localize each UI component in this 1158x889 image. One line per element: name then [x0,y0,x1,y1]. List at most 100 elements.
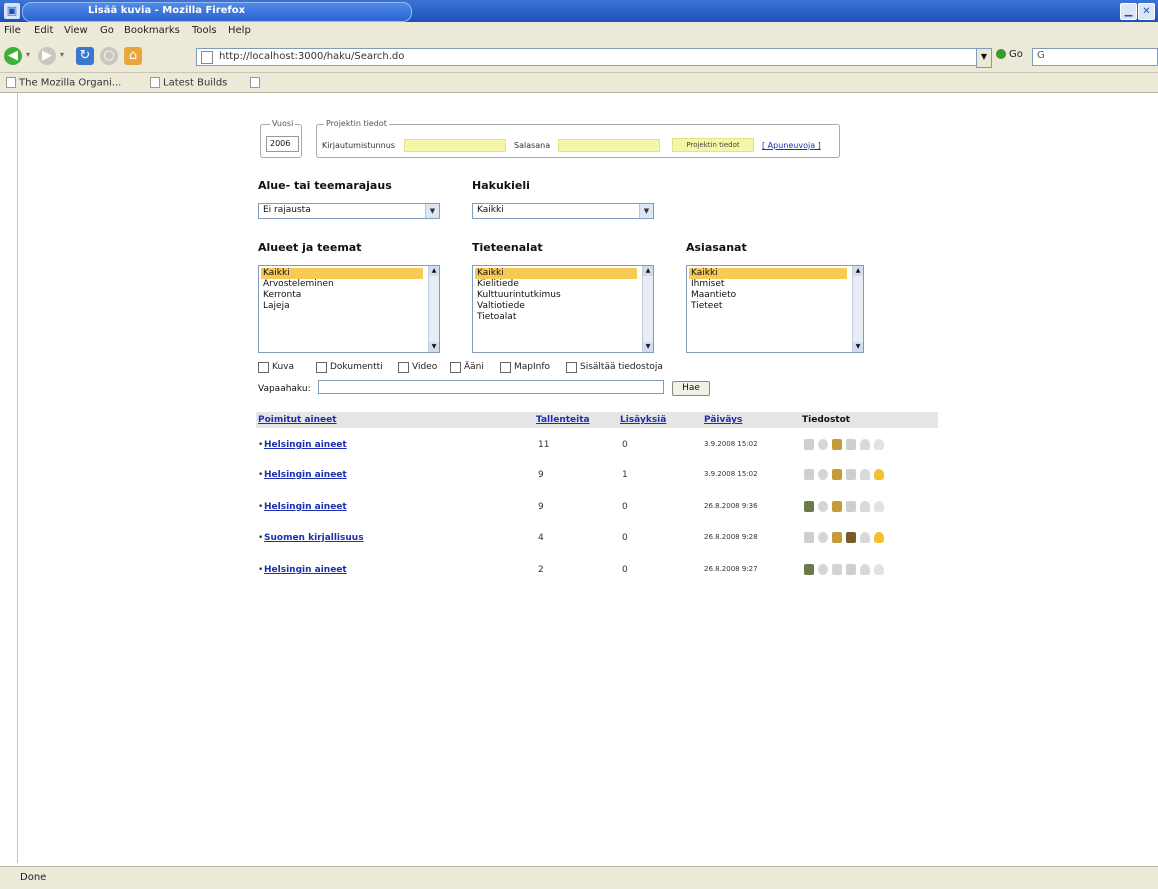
map-icon[interactable] [804,439,814,450]
aani-checkbox[interactable] [450,362,461,373]
video-icon[interactable] [846,564,856,575]
menu-help[interactable]: Help [228,25,251,36]
go-button[interactable]: Go [996,49,1023,60]
list-option[interactable]: Valtiotiede [475,301,525,312]
col-poimitut[interactable]: Poimitut aineet [258,415,337,425]
audio-icon[interactable] [860,469,870,480]
document-icon[interactable] [832,469,842,480]
menu-view[interactable]: View [64,25,88,36]
lightbulb-icon[interactable] [874,532,884,543]
menu-go[interactable]: Go [100,25,114,36]
lightbulb-icon[interactable] [874,501,884,512]
forward-dropdown-icon[interactable]: ▾ [60,50,64,59]
row-name[interactable]: Helsingin aineet [264,565,347,575]
tiedostoja-checkbox[interactable] [566,362,577,373]
home-icon[interactable]: ⌂ [124,47,142,65]
asiasanat-listbox[interactable]: Kaikki Ihmiset Maantieto Tieteet ▲ ▼ [686,265,864,353]
bookmark-empty[interactable] [250,77,263,89]
mapinfo-checkbox[interactable] [500,362,511,373]
bookmark-latest-builds[interactable]: Latest Builds [150,77,227,89]
list-option[interactable]: Kerronta [261,290,301,301]
scroll-down-icon[interactable]: ▼ [853,342,863,352]
scroll-down-icon[interactable]: ▼ [643,342,653,352]
audio-icon[interactable] [860,439,870,450]
document-icon[interactable] [832,501,842,512]
menu-file[interactable]: File [4,25,21,36]
video-icon[interactable] [846,469,856,480]
tieteenalat-listbox[interactable]: Kaikki Kielitiede Kulttuurintutkimus Val… [472,265,654,353]
globe-icon[interactable] [818,532,828,543]
list-option[interactable]: Kaikki [261,268,423,279]
kieli-select[interactable]: Kaikki ▼ [472,203,654,219]
globe-icon[interactable] [818,469,828,480]
map-icon[interactable] [804,532,814,543]
audio-icon[interactable] [860,501,870,512]
document-icon[interactable] [832,564,842,575]
vapaahaku-input[interactable] [318,380,664,394]
list-option[interactable]: Arvosteleminen [261,279,334,290]
projekti-button[interactable]: Projektin tiedot [672,138,754,152]
list-option[interactable]: Ihmiset [689,279,724,290]
map-icon[interactable] [804,564,814,575]
search-input[interactable]: G [1032,48,1158,66]
video-icon[interactable] [846,532,856,543]
row-name[interactable]: Suomen kirjallisuus [264,533,364,543]
col-lisayksia[interactable]: Lisäyksiä [620,415,666,425]
url-bar[interactable]: http://localhost:3000/haku/Search.do [196,48,978,66]
scrollbar[interactable]: ▲ ▼ [428,266,439,352]
list-option[interactable]: Tietoalat [475,312,516,323]
globe-icon[interactable] [818,501,828,512]
list-option[interactable]: Kulttuurintutkimus [475,290,561,301]
video-checkbox[interactable] [398,362,409,373]
globe-icon[interactable] [818,564,828,575]
list-option[interactable]: Maantieto [689,290,736,301]
globe-icon[interactable] [818,439,828,450]
list-option[interactable]: Kaikki [475,268,637,279]
list-option[interactable]: Tieteet [689,301,722,312]
dokumentti-checkbox[interactable] [316,362,327,373]
back-icon[interactable]: ◀ [4,47,22,65]
row-name[interactable]: Helsingin aineet [264,502,347,512]
kirjautumistunnus-field[interactable] [404,139,506,152]
url-dropdown-icon[interactable]: ▼ [976,48,992,68]
salasana-field[interactable] [558,139,660,152]
video-icon[interactable] [846,501,856,512]
stop-icon[interactable]: ○ [100,47,118,65]
rajaus-select[interactable]: Ei rajausta ▼ [258,203,440,219]
firefox-icon[interactable]: ▣ [4,3,20,19]
col-tallenteita[interactable]: Tallenteita [536,415,590,425]
lightbulb-icon[interactable] [874,469,884,480]
minimize-icon[interactable]: ▁ [1120,3,1137,20]
audio-icon[interactable] [860,532,870,543]
list-option[interactable]: Kaikki [689,268,847,279]
menu-edit[interactable]: Edit [34,25,53,36]
list-option[interactable]: Lajeja [261,301,290,312]
menu-tools[interactable]: Tools [192,25,217,36]
video-icon[interactable] [846,439,856,450]
lightbulb-icon[interactable] [874,439,884,450]
audio-icon[interactable] [860,564,870,575]
map-icon[interactable] [804,501,814,512]
alueet-listbox[interactable]: Kaikki Arvosteleminen Kerronta Lajeja ▲ ▼ [258,265,440,353]
row-name[interactable]: Helsingin aineet [264,470,347,480]
scroll-up-icon[interactable]: ▲ [429,266,439,276]
list-option[interactable]: Kielitiede [475,279,519,290]
scroll-down-icon[interactable]: ▼ [429,342,439,352]
hae-button[interactable]: Hae [672,381,710,396]
scroll-up-icon[interactable]: ▲ [643,266,653,276]
kuva-checkbox[interactable] [258,362,269,373]
document-icon[interactable] [832,439,842,450]
help-link[interactable]: [ Apuneuvoja ] [762,141,821,150]
row-name[interactable]: Helsingin aineet [264,440,347,450]
scrollbar[interactable]: ▲ ▼ [642,266,653,352]
col-paivays[interactable]: Päiväys [704,415,742,425]
vuosi-select[interactable]: 2006 [266,136,299,152]
document-icon[interactable] [832,532,842,543]
back-dropdown-icon[interactable]: ▾ [26,50,30,59]
close-icon[interactable]: ✕ [1138,3,1155,20]
bookmark-mozilla[interactable]: The Mozilla Organi... [6,77,121,89]
lightbulb-icon[interactable] [874,564,884,575]
map-icon[interactable] [804,469,814,480]
forward-icon[interactable]: ▶ [38,47,56,65]
scroll-up-icon[interactable]: ▲ [853,266,863,276]
